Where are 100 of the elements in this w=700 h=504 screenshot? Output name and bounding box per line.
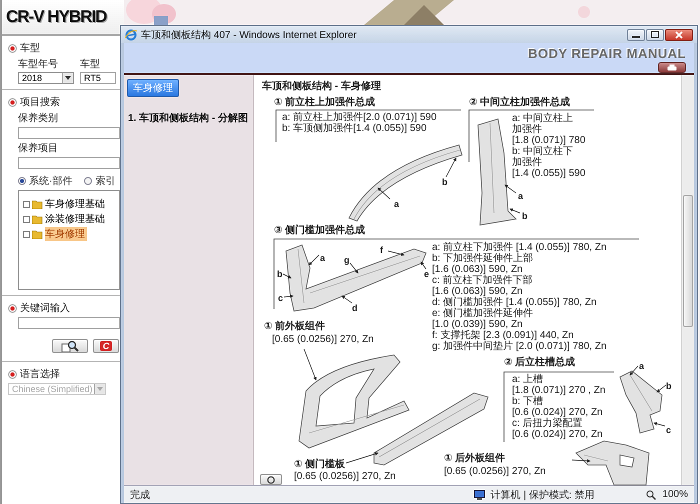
scrollbar[interactable] <box>681 75 694 485</box>
callout-label: b <box>442 177 448 187</box>
callout-label: b <box>522 211 528 221</box>
category-field[interactable] <box>18 127 120 139</box>
clear-button[interactable]: C <box>93 339 119 353</box>
diagram-title: ③ 侧门槛加强件总成 <box>274 225 366 236</box>
radio-button[interactable] <box>84 177 92 185</box>
nav-link[interactable]: 1. 车顶和侧板结构 - 分解图 <box>127 111 248 125</box>
tree-item[interactable]: 车身修理基础 <box>45 197 107 211</box>
expand-box-icon[interactable] <box>23 200 30 208</box>
callout-label: d <box>352 303 358 313</box>
zoom-level[interactable]: 100% <box>662 489 688 500</box>
bullet-icon <box>8 304 17 312</box>
tree-item[interactable]: 车身修理 <box>45 227 87 241</box>
item-field[interactable] <box>18 157 120 169</box>
spec-line: b: 中间立柱下 <box>512 146 574 157</box>
callout-label: b <box>666 381 672 391</box>
radio-label: 索引 <box>95 174 116 188</box>
maximize-button[interactable] <box>646 28 664 40</box>
spec-line: [1.4 (0.055)] 590 <box>512 168 586 179</box>
radio-label: 系统·部件 <box>29 174 72 188</box>
spec-line: [1.8 (0.071)] 270 , Zn <box>512 385 606 396</box>
scroll-thumb[interactable] <box>683 195 693 327</box>
search-button[interactable] <box>52 339 88 353</box>
type-field[interactable]: RT5 <box>80 72 116 84</box>
field-label: 车型 <box>80 58 101 71</box>
spec-line: c: 后扭力梁配置 <box>512 418 583 429</box>
spec-line: d: 侧门槛加强件 [1.4 (0.055)] 780, Zn <box>432 297 597 308</box>
folder-icon <box>32 214 43 224</box>
callout-label: a <box>639 361 644 371</box>
close-icon <box>675 30 683 38</box>
spec-line: b: 车顶侧加强件[1.4 (0.055)] 590 <box>282 123 427 134</box>
spec-line: [0.65 (0.0256)] 270, Zn <box>294 471 396 482</box>
diagram-title: ② 中间立柱加强件总成 <box>469 97 570 108</box>
callout-label: b <box>277 269 282 279</box>
spec-line: b: 下加强件延伸件上部 <box>432 253 534 264</box>
print-icon <box>667 64 677 72</box>
spec-line: a: 中间立柱上 <box>512 113 574 124</box>
diagram-title: ① 侧门槛板 <box>294 459 346 470</box>
radio-button[interactable] <box>18 177 26 185</box>
expand-box-icon[interactable] <box>23 230 30 238</box>
folder-icon <box>32 230 43 238</box>
diagram-title: ① 后外板组件 <box>444 453 506 464</box>
minimize-button[interactable] <box>627 28 645 40</box>
section-heading: 语言选择 <box>20 368 60 381</box>
callout-label: a <box>394 199 400 209</box>
body-part-drawing <box>620 370 662 434</box>
print-button[interactable] <box>658 62 686 73</box>
status-text: 完成 <box>130 488 150 502</box>
spec-line: [0.65 (0.0256)] 270, Zn <box>444 466 546 477</box>
section-heading: 车型 <box>20 42 40 55</box>
page-heading: 车顶和侧板结构 - 车身修理 <box>261 79 382 93</box>
keyword-field[interactable] <box>18 317 120 329</box>
zoom-icon <box>646 490 656 500</box>
callout-label: e <box>424 269 430 279</box>
spec-line: [1.0 (0.039)] 590, Zn <box>432 319 523 330</box>
circle-icon <box>265 476 277 484</box>
section-heading: 关键词输入 <box>20 302 70 315</box>
spec-line: e: 侧门槛加强件延伸件 <box>432 308 534 319</box>
spec-line: g: 加强件中间垫片 [2.0 (0.071)] 780, Zn <box>432 341 607 352</box>
year-select[interactable]: 2018 <box>18 72 74 84</box>
expand-box-icon[interactable] <box>23 216 30 222</box>
spec-line: c: 前立柱下加强件下部 <box>432 275 533 286</box>
window-title: 车顶和侧板结构 407 - Windows Internet Explorer <box>141 28 358 42</box>
spec-line: a: 前立柱下加强件 [1.4 (0.055)] 780, Zn <box>432 242 607 253</box>
spec-line: [0.6 (0.024)] 270, Zn <box>512 407 603 418</box>
section-heading: 项目搜索 <box>20 96 60 109</box>
bullet-icon <box>8 44 17 52</box>
callout-label: g <box>344 255 350 265</box>
diagram-title: ① 前外板组件 <box>264 321 326 332</box>
spec-line: a: 前立柱上加强件[2.0 (0.071)] 590 <box>282 112 437 123</box>
spec-line: f: 支撑托架 [2.3 (0.091)] 440, Zn <box>432 330 574 341</box>
security-zone: 计算机 | 保护模式: 禁用 <box>490 488 594 502</box>
field-label: 保养项目 <box>17 142 59 155</box>
spec-line: [1.6 (0.063)] 590, Zn <box>432 264 523 275</box>
diagram-title: ② 后立柱槽总成 <box>504 357 576 368</box>
spec-line: [0.6 (0.024)] 270, Zn <box>512 429 603 440</box>
maximize-icon <box>651 31 659 38</box>
spec-line: b: 下槽 <box>512 396 544 407</box>
field-label: 车型年号 <box>18 58 59 71</box>
close-button[interactable] <box>665 28 693 40</box>
dropdown-arrow-icon <box>65 76 71 80</box>
spec-line: 加强件 <box>512 124 542 135</box>
computer-icon <box>474 490 485 500</box>
dropdown-arrow-icon <box>97 387 103 391</box>
spec-line: [0.65 (0.0256)] 270, Zn <box>272 334 374 345</box>
callout-label: c <box>278 293 284 303</box>
bullet-icon <box>8 98 17 106</box>
field-label: 保养类别 <box>17 112 59 125</box>
manual-title: BODY REPAIR MANUAL <box>528 46 686 61</box>
callout-label: a <box>320 253 326 263</box>
browser-icon <box>125 28 137 40</box>
spec-line: 加强件 <box>512 157 542 168</box>
tree-item[interactable]: 涂装修理基础 <box>45 212 107 226</box>
spec-line: [1.8 (0.071)] 780 <box>512 135 586 146</box>
page-button[interactable] <box>260 474 282 485</box>
folder-icon <box>32 200 43 208</box>
callout-label: a <box>518 191 524 201</box>
bullet-icon <box>8 370 17 378</box>
search-icon <box>61 340 79 352</box>
